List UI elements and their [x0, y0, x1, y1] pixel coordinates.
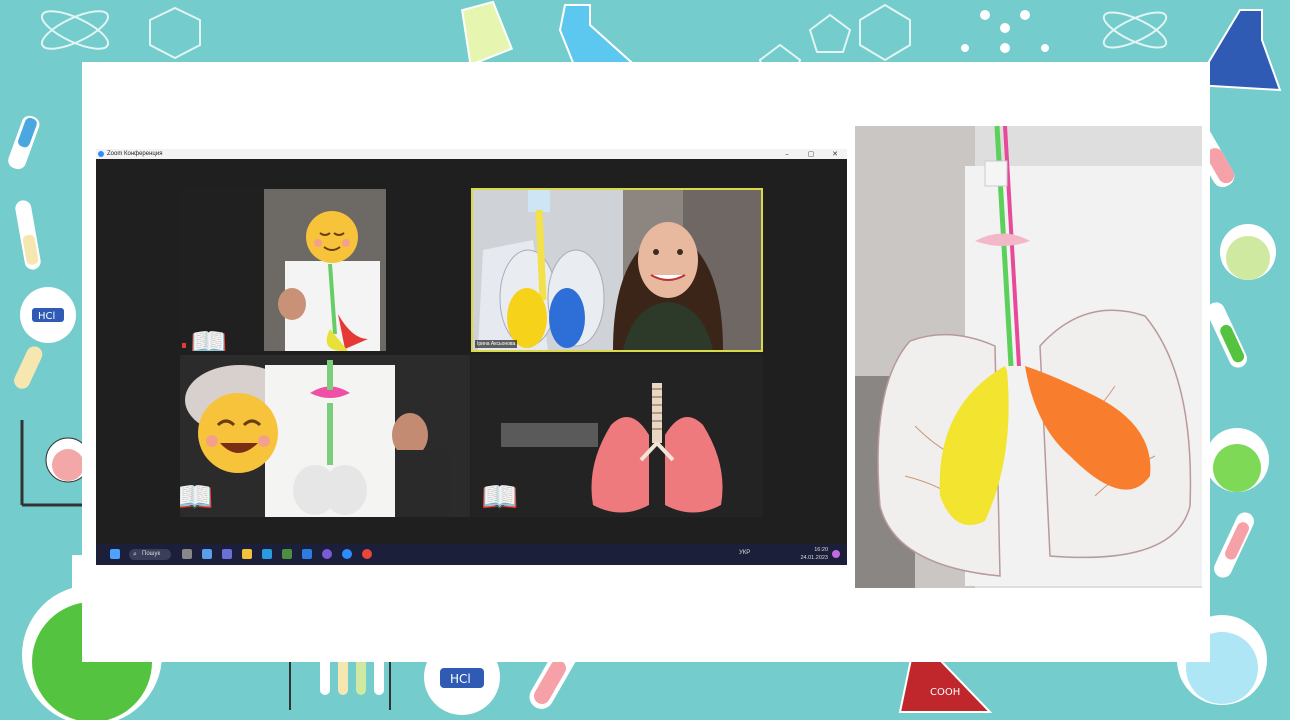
- zoom-titlebar: Zoom Конференция – ▢ ✕: [96, 149, 847, 159]
- edge-icon[interactable]: [262, 549, 272, 559]
- book-icon: 📖: [481, 480, 519, 515]
- window-title: Zoom Конференция: [107, 151, 163, 157]
- video-tile-3[interactable]: 📖: [180, 355, 470, 517]
- svg-text:COOH: COOH: [930, 687, 960, 698]
- chat-icon[interactable]: [222, 549, 232, 559]
- search-icon: ⌕: [133, 551, 137, 558]
- file-explorer-icon[interactable]: [242, 549, 252, 559]
- viber-icon[interactable]: [322, 549, 332, 559]
- participant-video-2: [473, 190, 761, 350]
- svg-text:HCl: HCl: [38, 311, 55, 322]
- video-tile-4[interactable]: 📖: [471, 355, 763, 517]
- close-button[interactable]: ✕: [824, 149, 846, 159]
- language-indicator[interactable]: УКР: [739, 550, 750, 556]
- svg-text:HCl: HCl: [450, 672, 471, 686]
- participant-name: Ірина Аксьонова: [475, 340, 518, 348]
- zoom-window: Zoom Конференция – ▢ ✕ 📖 Ірина Аксьонова…: [96, 149, 847, 565]
- store-icon[interactable]: [282, 549, 292, 559]
- mail-icon[interactable]: [302, 549, 312, 559]
- participant-video-3: [180, 355, 470, 517]
- start-menu-icon[interactable]: [110, 549, 120, 559]
- clock-time: 16:20: [814, 547, 828, 553]
- taskbar-clock[interactable]: 16:20 24.01.2023: [796, 546, 828, 562]
- clock-date: 24.01.2023: [800, 555, 828, 561]
- search-label: Пошук: [142, 551, 161, 557]
- widgets-icon[interactable]: [202, 549, 212, 559]
- notification-icon[interactable]: [832, 550, 840, 558]
- lungs-model-photo: [855, 126, 1202, 588]
- book-icon: 📖: [190, 326, 228, 352]
- video-tile-2-active[interactable]: Ірина Аксьонова: [471, 188, 763, 352]
- minimize-button[interactable]: –: [776, 149, 798, 159]
- chrome-icon[interactable]: [362, 549, 372, 559]
- book-icon: 📖: [180, 480, 214, 515]
- muted-mic-icon: [182, 343, 186, 348]
- lungs-model-image: [855, 126, 1202, 588]
- video-tile-1[interactable]: 📖: [180, 189, 386, 351]
- zoom-taskbar-icon[interactable]: [342, 549, 352, 559]
- task-view-icon[interactable]: [182, 549, 192, 559]
- zoom-logo-icon: [98, 151, 104, 157]
- video-gallery: 📖 Ірина Аксьонова 📖 📖: [96, 159, 847, 544]
- maximize-button[interactable]: ▢: [800, 149, 822, 159]
- taskbar-search[interactable]: ⌕ Пошук: [129, 549, 171, 560]
- windows-taskbar: ⌕ Пошук УКР 16:20 24.01.2023: [96, 544, 847, 565]
